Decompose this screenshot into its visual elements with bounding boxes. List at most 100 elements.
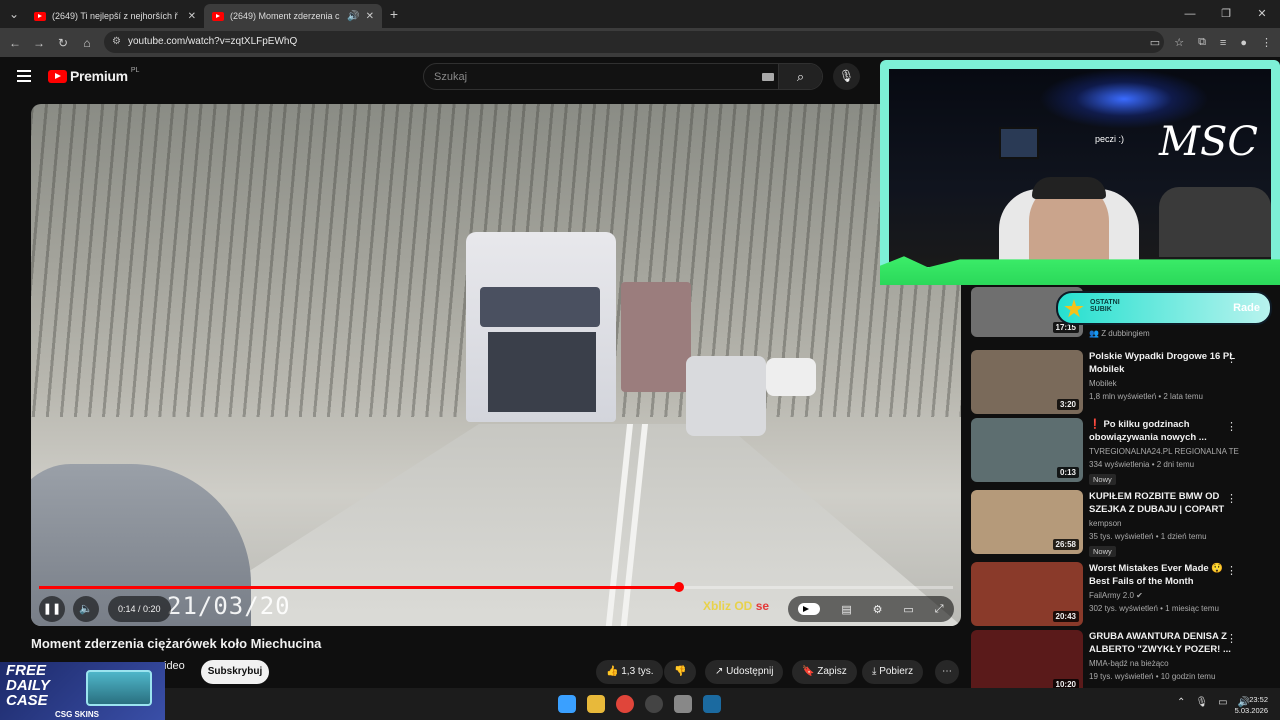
video-title[interactable]: GRUBA AWANTURA DENISA Z ALBERTO "ZWYKŁY … <box>1089 630 1239 656</box>
channel-watermark: Xbliz OD se <box>703 599 770 613</box>
miniplayer-icon[interactable]: ▭ <box>903 603 913 616</box>
speaker-icon[interactable]: 🔊 <box>347 11 359 22</box>
obs-icon[interactable] <box>645 695 663 713</box>
extensions-icon[interactable]: ⧉ <box>1198 36 1206 49</box>
video-meta: 35 tys. wyświetleń • 1 dzień temu <box>1089 532 1207 541</box>
profile-avatar-icon[interactable]: ● <box>1240 37 1247 49</box>
subscribe-button[interactable]: Subskrybuj <box>201 660 269 684</box>
region-code: PL <box>130 66 140 74</box>
video-title[interactable]: Polskie Wypadki Drogowe 16 PL Mobilek <box>1089 350 1239 376</box>
youtube-favicon-icon <box>34 11 46 21</box>
tray-chevron-icon[interactable]: ⌃ <box>1177 697 1185 708</box>
video-title[interactable]: Worst Mistakes Ever Made 😲 Best Fails of… <box>1089 562 1239 588</box>
restore-icon[interactable]: ❐ <box>1208 0 1244 28</box>
video-thumbnail[interactable]: 26:58 <box>971 490 1083 554</box>
channel-name[interactable]: Mobilek <box>1089 379 1239 388</box>
browser-tab-2[interactable]: (2649) Moment zderzenia c 🔊 ✕ <box>204 4 382 28</box>
fullscreen-icon[interactable]: ⤢ <box>935 603 944 616</box>
settings-gear-icon[interactable]: ⚙ <box>873 603 883 616</box>
recommended-video[interactable]: 0:13 ❗ Po kilku godzinach obowiązywania n… <box>971 418 1271 485</box>
more-options-icon[interactable]: ⋮ <box>1226 564 1237 577</box>
recommended-video[interactable]: 26:58 KUPIŁEM ROZBITE BMW OD SZEJKA Z DUB… <box>971 490 1271 557</box>
video-thumbnail[interactable]: 20:43 <box>971 562 1083 626</box>
more-options-icon[interactable]: ⋮ <box>1226 492 1237 505</box>
duration-badge: 3:20 <box>1056 399 1079 410</box>
video-thumbnail[interactable]: 3:20 <box>971 350 1083 414</box>
search-input[interactable] <box>434 64 754 89</box>
url-field[interactable]: ⚙ youtube.com/watch?v=zqtXLFpEWhQ <box>104 31 1164 53</box>
cast-icon[interactable]: ▭ <box>1150 36 1160 49</box>
channel-name[interactable]: MMA-bądź na bieżąco <box>1089 659 1239 668</box>
pause-button[interactable]: ❚❚ <box>39 596 65 622</box>
recommended-video[interactable]: 10:20 GRUBA AWANTURA DENISA Z ALBERTO "ZW… <box>971 630 1271 696</box>
like-button[interactable]: 👍 1,3 tys. <box>596 660 664 684</box>
minimize-icon[interactable]: — <box>1172 0 1208 28</box>
system-clock[interactable]: 23:52 5.03.2026 <box>1235 694 1268 716</box>
settings-app-icon[interactable] <box>674 695 692 713</box>
search-button[interactable]: ⌕ <box>778 64 822 89</box>
video-title: Moment zderzenia ciężarówek koło Miechuc… <box>31 636 322 651</box>
hamburger-menu-icon[interactable] <box>17 70 31 85</box>
case-crate-image <box>86 670 152 706</box>
keyboard-icon[interactable] <box>762 73 774 81</box>
channel-name[interactable]: FailArmy 2.0 ✔ <box>1089 591 1239 600</box>
last-subscriber-badge: OSTATNI SUBIK Rade <box>1056 291 1272 325</box>
video-thumbnail[interactable]: 10:20 <box>971 630 1083 694</box>
windows-start-icon[interactable] <box>558 695 576 713</box>
video-frame-white-truck <box>466 232 616 422</box>
subtitles-icon[interactable]: ▤ <box>841 603 851 616</box>
home-icon[interactable]: ⌂ <box>75 36 99 50</box>
new-badge: Nowy <box>1089 546 1116 557</box>
promo-brand: CSG SKINS <box>55 710 100 719</box>
steam-icon[interactable] <box>703 695 721 713</box>
youtube-premium-logo[interactable]: Premium PL <box>48 66 140 84</box>
dislike-button[interactable]: 👎 <box>664 660 697 684</box>
video-frame-van <box>686 356 766 436</box>
bookmark-star-icon[interactable]: ☆ <box>1174 36 1184 49</box>
volume-icon[interactable]: 🔈 <box>73 596 99 622</box>
download-button[interactable]: ⤓ Pobierz <box>862 660 924 684</box>
browser-toolbar-icons: ▭ ☆ ⧉ ≡ ● ⋮ <box>1150 28 1272 57</box>
tab-title: (2649) Ti nejlepší z nejhorších ř <box>52 11 178 21</box>
mic-tray-icon[interactable]: 🎙 <box>1195 697 1208 708</box>
channel-name[interactable]: kempson <box>1089 519 1239 528</box>
video-thumbnail[interactable]: 0:13 <box>971 418 1083 482</box>
more-actions-button[interactable]: ⋯ <box>935 660 959 684</box>
channel-name[interactable]: TVREGIONALNA24.PL REGIONALNA TE... <box>1089 447 1239 456</box>
more-options-icon[interactable]: ⋮ <box>1226 352 1237 365</box>
video-player[interactable]: 21/03/20 Xbliz OD se ❚❚ 🔈 0:14 / 0:20 ▤ … <box>31 104 961 626</box>
site-info-icon[interactable]: ⚙ <box>112 31 121 53</box>
video-title[interactable]: ❗ Po kilku godzinach obowiązywania nowyc… <box>1089 418 1239 444</box>
back-icon[interactable]: ← <box>3 36 27 50</box>
cam-text: peczi :) <box>1095 134 1125 144</box>
tab-search-icon[interactable]: ⌄ <box>2 7 26 21</box>
duration-badge: 0:13 <box>1056 467 1079 478</box>
voice-search-mic-icon[interactable]: 🎙 <box>833 63 860 90</box>
forward-icon[interactable]: → <box>27 36 51 50</box>
more-menu-icon[interactable]: ⋮ <box>1261 36 1272 49</box>
progress-bar[interactable] <box>39 582 953 592</box>
share-button[interactable]: ↗ Udostępnij <box>705 660 784 684</box>
close-tab-icon[interactable]: ✕ <box>366 11 374 22</box>
webcam-overlay: peczi :) MSC <box>880 60 1280 285</box>
reading-list-icon[interactable]: ≡ <box>1220 37 1226 49</box>
logo-text: Premium <box>70 68 128 84</box>
browser-tab-1[interactable]: (2649) Ti nejlepší z nejhorších ř ✕ <box>26 4 204 28</box>
save-button[interactable]: 🔖 Zapisz <box>792 660 857 684</box>
new-tab-button[interactable]: + <box>382 6 406 22</box>
more-options-icon[interactable]: ⋮ <box>1226 632 1237 645</box>
close-window-icon[interactable]: ✕ <box>1244 0 1280 28</box>
close-tab-icon[interactable]: ✕ <box>188 11 196 22</box>
progress-scrubber[interactable] <box>673 582 684 592</box>
autoplay-toggle[interactable] <box>798 603 821 615</box>
channel-name[interactable]: ideo <box>164 660 185 672</box>
network-icon[interactable]: ▭ <box>1218 697 1227 708</box>
youtube-favicon-icon <box>212 11 224 21</box>
recommended-video[interactable]: 20:43 Worst Mistakes Ever Made 😲 Best Fai… <box>971 562 1271 628</box>
file-explorer-icon[interactable] <box>587 695 605 713</box>
recommended-video[interactable]: 3:20 Polskie Wypadki Drogowe 16 PL Mobile… <box>971 350 1271 416</box>
reload-icon[interactable]: ↻ <box>51 36 75 50</box>
video-title[interactable]: KUPIŁEM ROZBITE BMW OD SZEJKA Z DUBAJU |… <box>1089 490 1239 516</box>
chrome-icon[interactable] <box>616 695 634 713</box>
more-options-icon[interactable]: ⋮ <box>1226 420 1237 433</box>
